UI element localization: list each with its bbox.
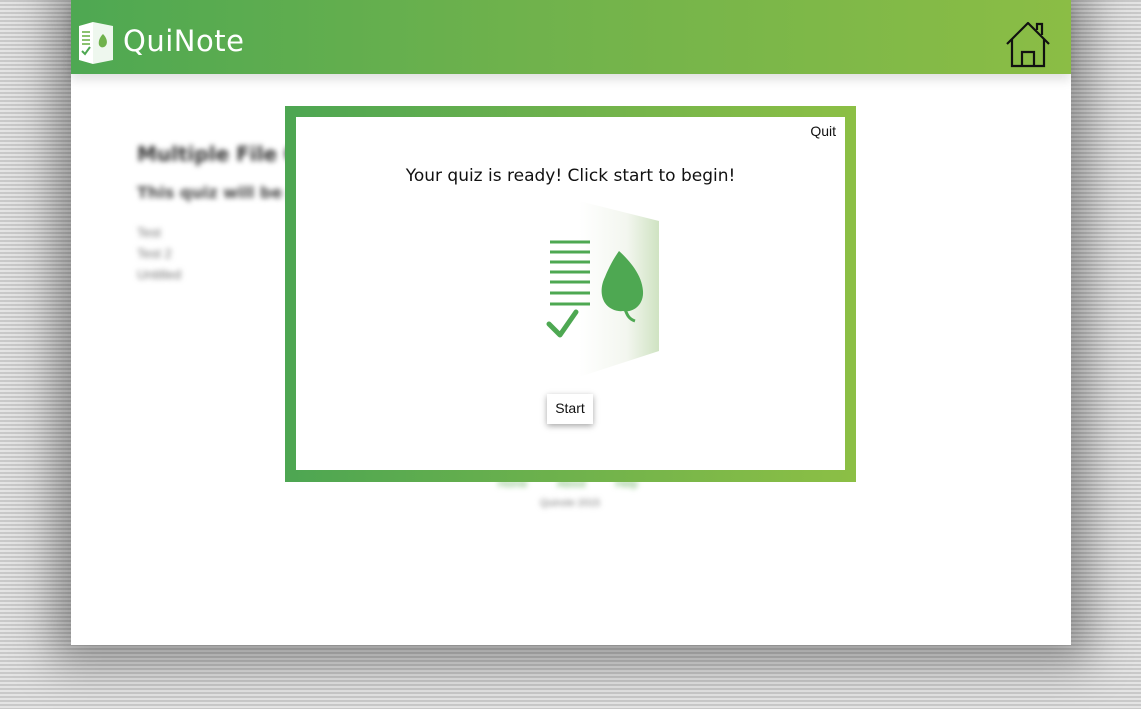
list-item[interactable]: Test 2 — [137, 243, 181, 264]
footer-copyright: Quinote 2015 — [540, 498, 601, 509]
start-button[interactable]: Start — [547, 394, 593, 424]
dialog-message: Your quiz is ready! Click start to begin… — [405, 166, 736, 186]
dialog-body: Quit Your quiz is ready! Click start to … — [296, 117, 845, 470]
app-title: QuiNote — [123, 24, 245, 58]
header-bar: QuiNote — [71, 0, 1071, 74]
page-title: Multiple File Q — [137, 142, 302, 166]
list-item[interactable]: Untitled — [137, 264, 181, 285]
list-item[interactable]: Test — [137, 222, 181, 243]
page-subtitle: This quiz will be p — [137, 183, 300, 202]
quit-button[interactable]: Quit — [810, 123, 836, 139]
quiz-ready-dialog: Quit Your quiz is ready! Click start to … — [285, 106, 856, 482]
quinote-logo-icon — [79, 22, 113, 64]
file-list: Test Test 2 Untitled — [137, 222, 181, 285]
quiz-note-icon — [546, 201, 659, 377]
home-icon[interactable] — [1003, 20, 1053, 70]
